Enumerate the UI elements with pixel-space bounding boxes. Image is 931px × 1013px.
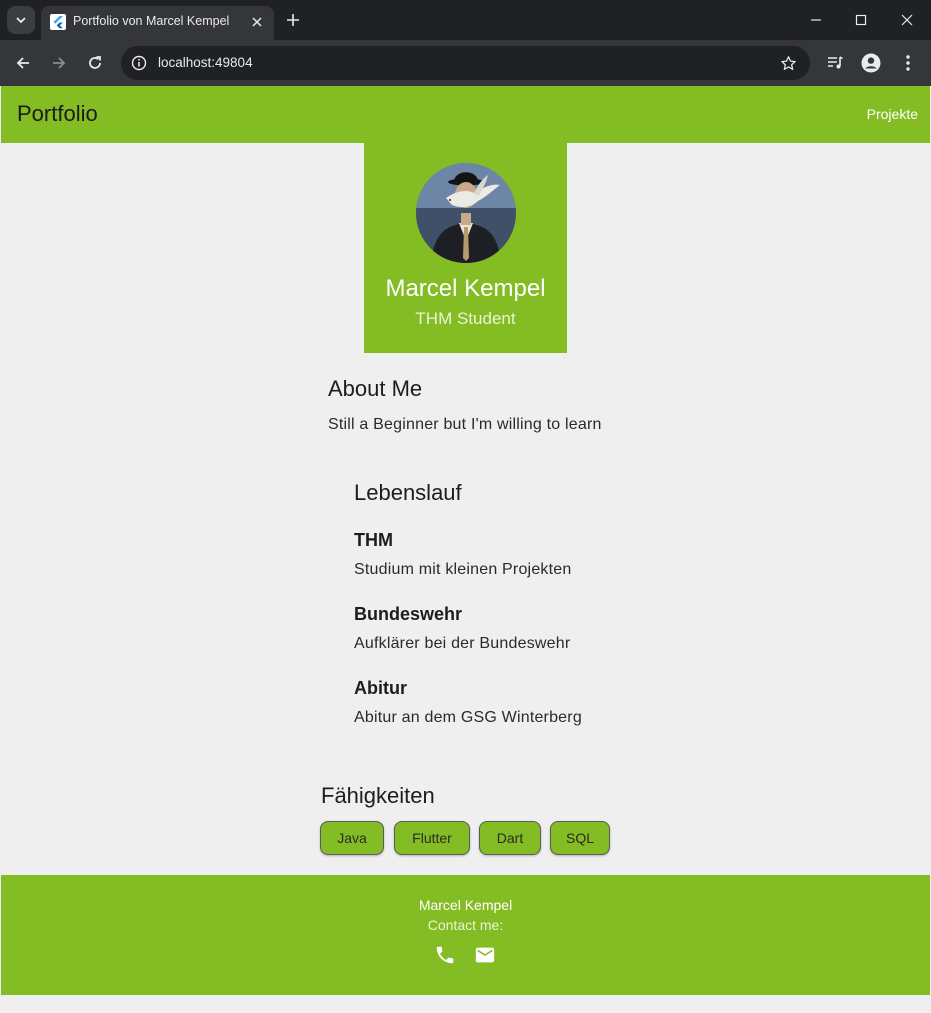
cv-item-text: Aufklärer bei der Bundeswehr xyxy=(354,635,571,652)
minimize-icon[interactable] xyxy=(803,7,829,33)
app-title: Portfolio xyxy=(17,101,98,126)
plus-icon[interactable] xyxy=(282,9,304,31)
cv-heading: Lebenslauf xyxy=(354,480,462,505)
forward-arrow-icon[interactable] xyxy=(46,50,72,76)
maximize-icon[interactable] xyxy=(848,7,874,33)
tab-title: Portfolio von Marcel Kempel xyxy=(73,14,230,28)
cv-item-text: Studium mit kleinen Projekten xyxy=(354,561,572,578)
address-bar[interactable]: localhost:49804 xyxy=(121,46,810,80)
browser-tab[interactable]: Portfolio von Marcel Kempel xyxy=(41,6,274,40)
reload-icon[interactable] xyxy=(82,50,108,76)
window-close-icon[interactable] xyxy=(894,7,920,33)
site-info-icon[interactable] xyxy=(129,53,149,73)
skill-chip-sql[interactable]: SQL xyxy=(550,821,610,855)
back-arrow-icon[interactable] xyxy=(10,50,36,76)
footer-contact-label: Contact me: xyxy=(427,917,504,933)
about-heading: About Me xyxy=(328,376,423,401)
profile-icon[interactable] xyxy=(858,50,884,76)
avatar xyxy=(416,163,516,263)
profile-name: Marcel Kempel xyxy=(385,275,546,302)
email-icon[interactable] xyxy=(473,943,497,967)
address-url[interactable]: localhost:49804 xyxy=(158,55,253,70)
cv-item-title: Bundeswehr xyxy=(354,604,463,624)
skill-chip-dart[interactable]: Dart xyxy=(479,821,541,855)
profile-card: Marcel Kempel THM Student xyxy=(364,143,567,353)
star-icon[interactable] xyxy=(778,53,798,73)
skill-chip-flutter[interactable]: Flutter xyxy=(394,821,470,855)
browser-tab-bar: Portfolio von Marcel Kempel xyxy=(0,0,931,40)
footer: Marcel Kempel Contact me: xyxy=(1,875,930,995)
app-bar: Portfolio Projekte xyxy=(1,86,930,143)
cv-item-title: Abitur xyxy=(354,678,407,698)
skills-heading: Fähigkeiten xyxy=(321,783,435,808)
profile-subtitle: THM Student xyxy=(415,309,516,328)
footer-name: Marcel Kempel xyxy=(418,897,513,913)
more-vert-icon[interactable] xyxy=(895,50,921,76)
cv-item-title: THM xyxy=(354,530,393,550)
cv-item-text: Abitur an dem GSG Winterberg xyxy=(354,709,582,726)
browser-toolbar: localhost:49804 xyxy=(0,40,931,86)
page-viewport: Portfolio Projekte Marcel Kempel THM Stu… xyxy=(1,86,930,1011)
close-icon[interactable] xyxy=(248,13,266,31)
skill-chip-java[interactable]: Java xyxy=(320,821,384,855)
tab-search-icon[interactable] xyxy=(7,6,35,34)
phone-icon[interactable] xyxy=(433,943,457,967)
media-icon[interactable] xyxy=(822,50,848,76)
flutter-favicon xyxy=(50,14,66,30)
about-text: Still a Beginner but I'm willing to lear… xyxy=(328,416,602,433)
nav-link-projekte[interactable]: Projekte xyxy=(867,106,918,122)
